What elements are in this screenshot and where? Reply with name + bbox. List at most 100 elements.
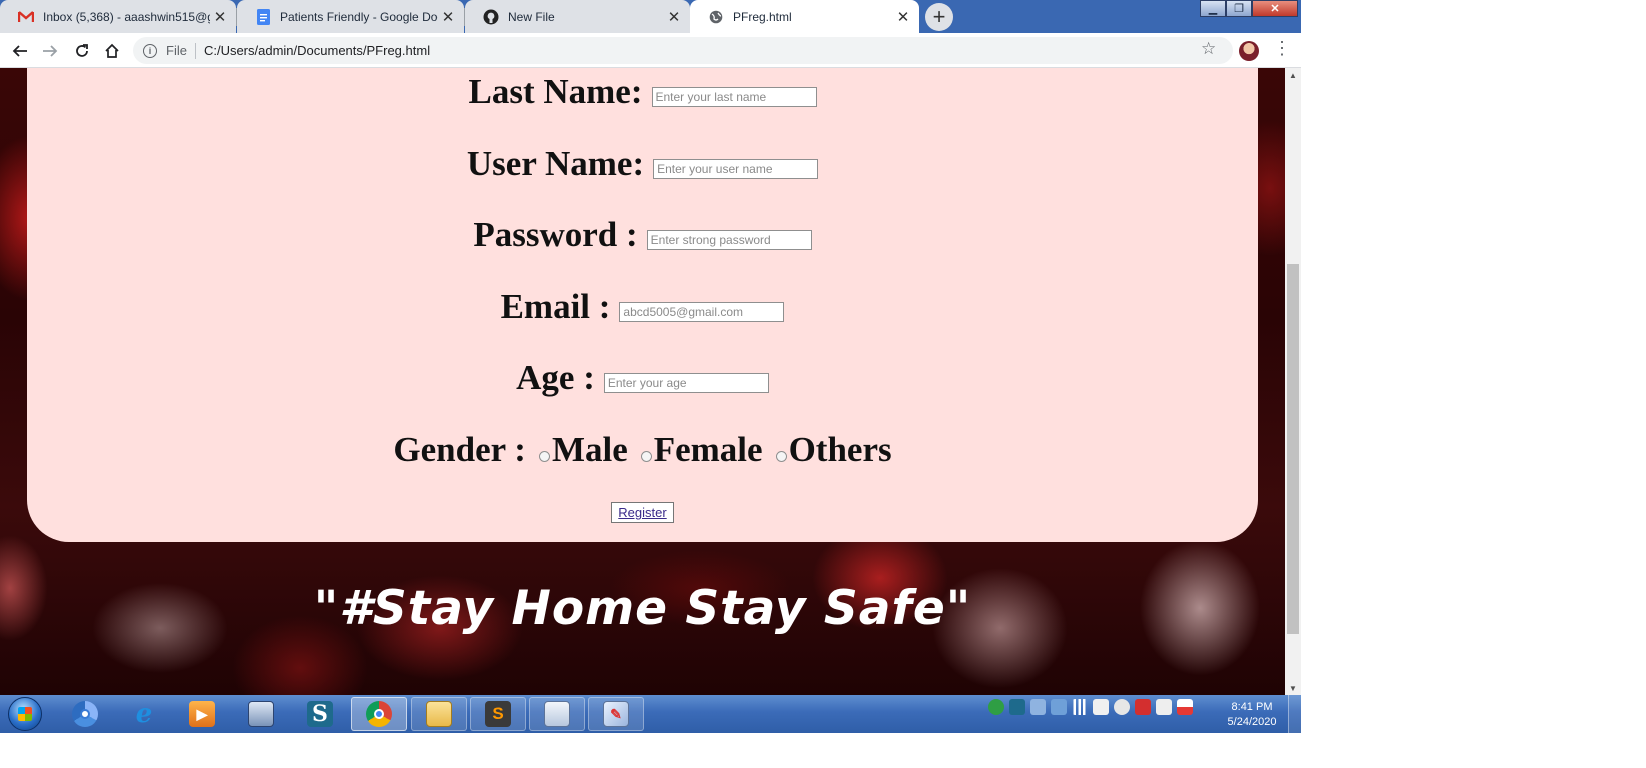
url-text[interactable]: C:/Users/admin/Documents/PFreg.html (204, 43, 430, 58)
start-button[interactable] (8, 697, 42, 731)
tab-gmail[interactable]: Inbox (5,368) - aaashwin515@gm ✕ (0, 0, 236, 33)
gender-radio-male[interactable] (538, 450, 550, 462)
github-icon (483, 9, 499, 25)
bookmark-star-icon[interactable]: ☆ (1201, 39, 1216, 59)
remote-desktop-icon (544, 701, 570, 727)
sublime-s-icon: S (307, 701, 333, 727)
user-name-input[interactable] (653, 159, 819, 179)
user-name-row: User Name: (27, 144, 1258, 184)
taskbar-app-file-explorer[interactable] (411, 697, 467, 731)
taskbar-app-internet-explorer[interactable]: e (116, 697, 172, 731)
password-input[interactable] (646, 230, 812, 250)
home-button[interactable] (100, 39, 124, 63)
reload-button[interactable] (70, 39, 94, 63)
paint-icon: ✎ (603, 701, 629, 727)
age-row: Age : (27, 358, 1258, 398)
minimize-button[interactable]: ▁ (1200, 0, 1226, 17)
taskbar-app-media-player[interactable]: ▶ (174, 697, 230, 731)
browser-tab-strip: Inbox (5,368) - aaashwin515@gm ✕ Patient… (0, 0, 1301, 33)
volume-icon[interactable] (1114, 699, 1130, 715)
password-label: Password : (473, 215, 638, 254)
show-desktop-button[interactable] (1288, 695, 1301, 733)
register-row: Register (27, 502, 1258, 523)
close-icon[interactable]: ✕ (438, 8, 458, 26)
close-icon[interactable]: ✕ (664, 8, 684, 26)
tab-label: New File (508, 9, 555, 24)
security-icon[interactable] (988, 699, 1004, 715)
sublime-text-icon: S (485, 701, 511, 727)
scroll-down-arrow-icon[interactable]: ▼ (1285, 681, 1301, 695)
gender-option-label: Others (788, 430, 892, 469)
gender-radio-others[interactable] (775, 450, 787, 462)
tab-pfreg[interactable]: PFreg.html ✕ (690, 0, 919, 33)
taskbar-app-chrome[interactable] (351, 697, 407, 731)
info-icon[interactable]: i (143, 43, 157, 58)
action-center-flag-icon[interactable] (1177, 699, 1193, 715)
last-name-input[interactable] (651, 87, 817, 107)
gender-radio-female[interactable] (640, 450, 652, 462)
storage-icon[interactable] (1051, 699, 1067, 715)
register-button[interactable]: Register (611, 502, 674, 523)
new-tab-button[interactable]: + (925, 3, 953, 31)
gender-row: Gender : Male Female Others (27, 430, 1258, 470)
reload-icon (76, 44, 88, 57)
gender-option-label: Male (551, 430, 628, 469)
restore-button[interactable]: ❐ (1226, 0, 1252, 17)
gender-label: Gender : (393, 430, 526, 469)
display-icon[interactable] (1030, 699, 1046, 715)
profile-avatar[interactable] (1239, 41, 1259, 61)
taskbar-app-paint[interactable]: ✎ (588, 697, 644, 731)
file-explorer-icon (426, 701, 452, 727)
vertical-scrollbar[interactable]: ▲ ▼ (1285, 68, 1301, 695)
taskbar-app-remote-desktop[interactable] (529, 697, 585, 731)
forward-arrow-icon (43, 45, 58, 57)
signal-bars-icon[interactable] (1072, 699, 1088, 715)
close-icon[interactable]: ✕ (893, 8, 913, 26)
power-icon[interactable] (1093, 699, 1109, 715)
menu-kebab-icon[interactable]: ⋮ (1273, 38, 1291, 59)
email-label: Email : (500, 287, 611, 326)
taskbar-app-sublime[interactable]: S (292, 697, 348, 731)
gmail-icon (18, 9, 34, 25)
home-icon (105, 43, 119, 58)
media-player-icon: ▶ (189, 701, 215, 727)
back-arrow-icon (12, 45, 27, 57)
taskbar-app-chrome-canary[interactable] (57, 697, 113, 731)
browser-toolbar: i File C:/Users/admin/Documents/PFreg.ht… (0, 33, 1301, 68)
google-docs-icon (255, 8, 271, 25)
tab-github-new-file[interactable]: New File ✕ (465, 0, 690, 33)
email-row: Email : (27, 287, 1258, 327)
scrollbar-thumb[interactable] (1287, 264, 1299, 634)
age-input[interactable] (603, 373, 769, 393)
window-close-button[interactable]: ✕ (1252, 0, 1298, 17)
age-label: Age : (516, 358, 595, 397)
gender-option-label: Female (653, 430, 763, 469)
taskbar-clock[interactable]: 8:41 PM 5/24/2020 (1222, 700, 1282, 730)
tab-label: PFreg.html (733, 9, 792, 24)
email-input[interactable] (619, 302, 785, 322)
forward-button[interactable] (38, 39, 62, 63)
page-viewport: Last Name: User Name: Password : Email :… (0, 68, 1285, 695)
usb-icon[interactable] (1156, 699, 1172, 715)
tab-label: Inbox (5,368) - aaashwin515@gm (43, 9, 210, 24)
windows-taskbar: e ▶ S S ✎ 8:41 PM 5/24/2020 (0, 695, 1301, 733)
scroll-up-arrow-icon[interactable]: ▲ (1285, 68, 1301, 82)
slogan-text: "#Stay Home Stay Safe" (313, 581, 972, 636)
address-bar[interactable]: i File C:/Users/admin/Documents/PFreg.ht… (133, 37, 1233, 64)
password-row: Password : (27, 215, 1258, 255)
address-divider (194, 42, 196, 59)
taskbar-app-network[interactable] (233, 697, 289, 731)
close-icon[interactable]: ✕ (210, 8, 230, 26)
taskbar-app-sublime-text[interactable]: S (470, 697, 526, 731)
registration-card: Last Name: User Name: Password : Email :… (27, 68, 1258, 542)
back-button[interactable] (8, 39, 32, 63)
tab-google-docs[interactable]: Patients Friendly - Google Docs ✕ (237, 0, 464, 33)
antivirus-icon[interactable] (1135, 699, 1151, 715)
clock-time: 8:41 PM (1231, 701, 1273, 713)
system-tray (988, 699, 1193, 715)
tab-label: Patients Friendly - Google Docs (280, 9, 438, 24)
sublime-tray-icon[interactable] (1009, 699, 1025, 715)
scheme-label: File (166, 43, 187, 58)
window-controls: ▁ ❐ ✕ (1200, 0, 1298, 17)
chrome-icon (72, 701, 98, 727)
